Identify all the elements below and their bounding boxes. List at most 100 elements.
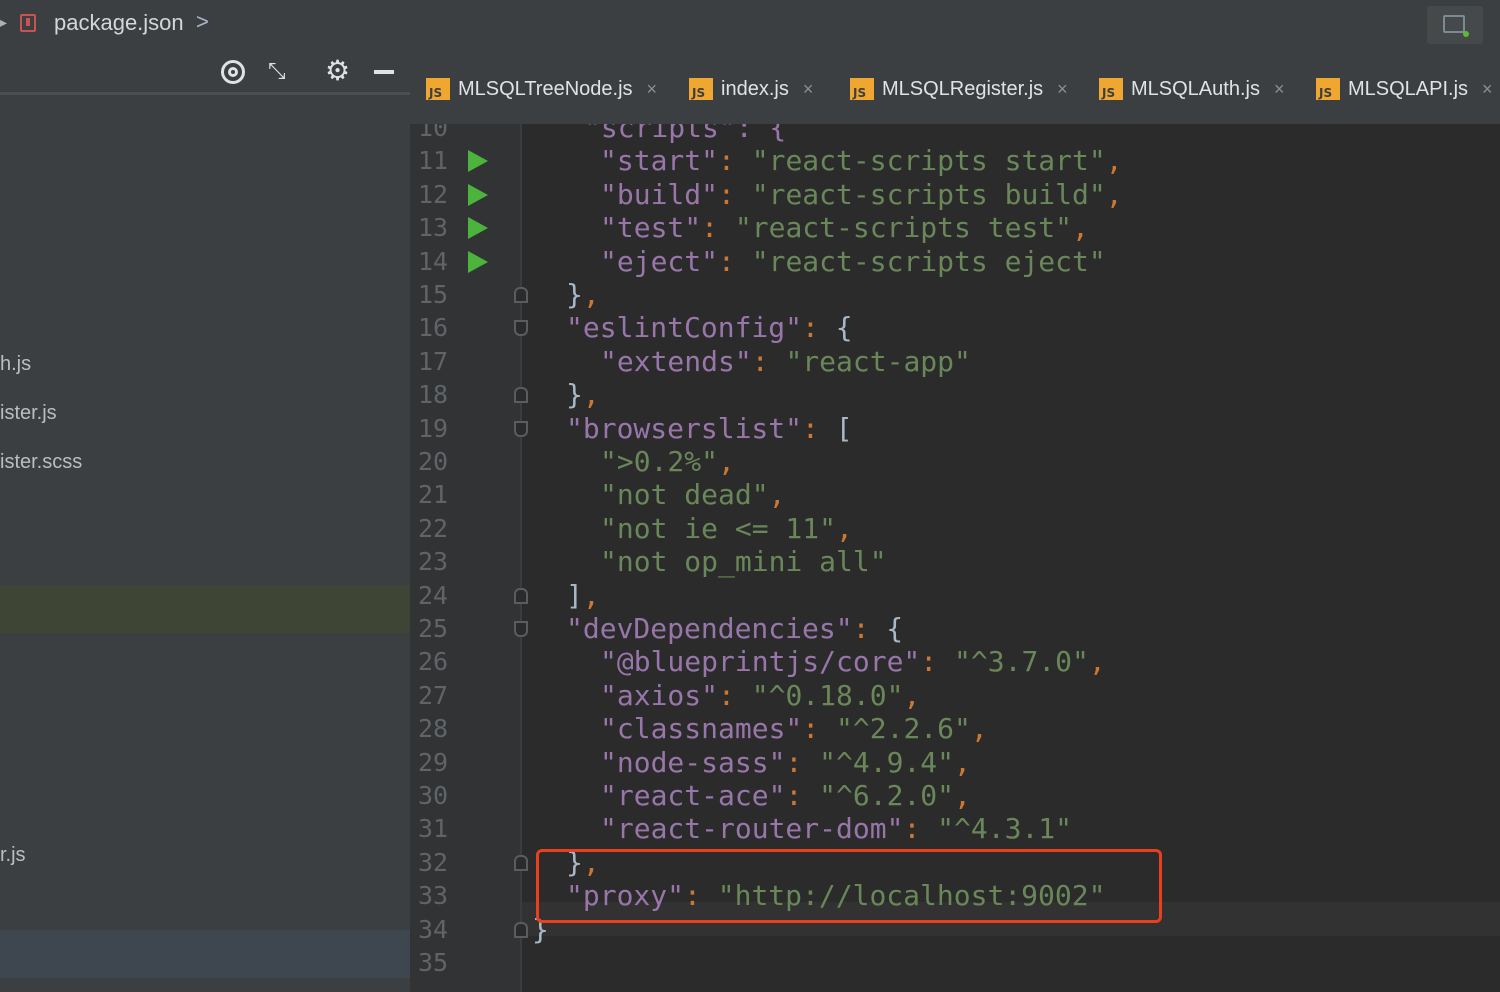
fold-marker-icon[interactable]: [514, 287, 528, 303]
tab-mlsqltreenode[interactable]: JS MLSQLTreeNode.js ×: [426, 74, 657, 104]
fold-marker-icon[interactable]: [514, 587, 528, 604]
close-icon[interactable]: ×: [803, 79, 814, 100]
line-number: 35: [418, 948, 449, 977]
chevron-right-icon: >: [196, 9, 209, 34]
run-script-icon[interactable]: [468, 217, 488, 240]
line-number: 23: [418, 547, 449, 577]
json-key: "axios": [600, 678, 719, 712]
collapse-all-icon[interactable]: ⤡: [268, 56, 286, 86]
minimize-icon[interactable]: [374, 70, 394, 74]
json-key: "node-sass": [600, 745, 786, 779]
tab-label: MLSQLRegister.js: [882, 77, 1044, 100]
close-icon[interactable]: ×: [647, 79, 658, 100]
colon: :: [785, 779, 820, 812]
comma: ,: [970, 712, 988, 746]
colon: :: [718, 144, 752, 178]
javascript-file-icon: JS: [1316, 78, 1340, 100]
colon: :: [718, 244, 752, 278]
tab-mlsqlregister[interactable]: JS MLSQLRegister.js ×: [850, 74, 1068, 104]
code-line: "node-sass": "^4.9.4",: [600, 746, 971, 780]
tree-row-highlighted[interactable]: [0, 585, 410, 633]
line-number: 33: [418, 881, 449, 911]
json-string-value: "^0.18.0": [751, 678, 904, 712]
comma: ,: [582, 378, 600, 412]
tree-row-selected[interactable]: [0, 930, 410, 978]
json-key: "react-ace": [600, 779, 786, 812]
breadcrumb-file[interactable]: package.json: [54, 10, 184, 36]
javascript-file-icon: JS: [1099, 78, 1123, 100]
json-string-value: "react-app": [785, 344, 971, 378]
expand-arrow-icon[interactable]: ▸: [0, 14, 7, 31]
colon: :: [920, 645, 955, 679]
fold-marker-icon[interactable]: [514, 420, 528, 437]
code-line: "react-router-dom": "^4.3.1": [600, 812, 1072, 846]
window-layout-button[interactable]: [1427, 6, 1483, 44]
tab-mlsqlauth[interactable]: JS MLSQLAuth.js ×: [1099, 74, 1284, 104]
code-line: "axios": "^0.18.0",: [600, 679, 920, 713]
fold-marker-icon[interactable]: [514, 921, 528, 938]
tree-item-file[interactable]: ister.js: [0, 398, 57, 428]
fold-marker-icon[interactable]: [514, 621, 528, 637]
gear-icon[interactable]: ⚙: [325, 56, 350, 86]
fold-marker-icon[interactable]: [514, 320, 528, 337]
javascript-file-icon: JS: [850, 78, 874, 100]
line-number: 10: [418, 124, 449, 142]
run-script-icon[interactable]: [468, 150, 488, 173]
code-line: },: [566, 378, 600, 412]
fold-marker-icon[interactable]: [514, 854, 528, 871]
run-script-icon[interactable]: [468, 183, 488, 206]
code-line: "scripts": {: [584, 124, 786, 145]
line-number: 19: [418, 413, 449, 443]
code-line: ],: [566, 579, 600, 613]
code-line: "extends": "react-app": [600, 345, 971, 379]
json-string-value: "^4.3.1": [937, 812, 1073, 846]
tab-mlsqlapi[interactable]: JS MLSQLAPI.js ×: [1316, 74, 1493, 104]
close-icon[interactable]: ×: [1057, 79, 1068, 100]
json-key: "eject": [600, 244, 719, 278]
tree-item-file[interactable]: r.js: [0, 840, 26, 870]
json-key: "scripts": {: [584, 124, 787, 144]
json-key: "browserslist": [566, 411, 803, 445]
comma: ,: [582, 278, 600, 311]
comma: ,: [582, 578, 600, 612]
close-icon[interactable]: ×: [1274, 79, 1285, 100]
locate-file-icon[interactable]: [221, 60, 245, 84]
line-number: 34: [418, 914, 449, 944]
tab-label: MLSQLAuth.js: [1131, 77, 1260, 100]
json-key: "eslintConfig": [566, 311, 803, 345]
colon: :: [903, 812, 938, 846]
colon: :: [802, 311, 836, 345]
json-string-value: "^3.7.0": [954, 645, 1089, 679]
bracket: }: [566, 378, 583, 412]
line-number: 20: [418, 447, 449, 476]
colon: :: [751, 344, 786, 378]
comma: ,: [954, 745, 971, 779]
close-icon[interactable]: ×: [1482, 79, 1493, 100]
bracket: [: [835, 411, 853, 445]
code-line: },: [566, 278, 600, 312]
comma: ,: [1105, 144, 1123, 178]
tab-index[interactable]: JS index.js ×: [689, 74, 813, 104]
line-number: 26: [418, 647, 449, 677]
tree-item-file[interactable]: h.js: [0, 349, 31, 379]
tab-label: MLSQLAPI.js: [1348, 77, 1469, 100]
line-number: 29: [418, 747, 449, 777]
json-string-value: "react-scripts eject": [751, 244, 1106, 278]
code-line: "eslintConfig": {: [566, 311, 853, 345]
code-line: "not ie <= 11",: [600, 512, 853, 546]
line-number: 14: [418, 246, 449, 276]
code-line: "devDependencies": {: [566, 612, 903, 646]
fold-marker-icon[interactable]: [514, 387, 528, 404]
json-string-value: "^2.2.6": [836, 712, 971, 746]
run-script-icon[interactable]: [468, 250, 488, 273]
json-string-value: ">0.2%": [600, 445, 719, 478]
comma: ,: [1072, 211, 1089, 245]
line-number: 18: [418, 380, 449, 410]
navigation-bar: ▸ package.json >: [0, 0, 1500, 50]
tree-item-file[interactable]: ister.scss: [0, 447, 82, 477]
bracket: {: [835, 311, 853, 345]
line-number: 11: [418, 146, 449, 176]
colon: :: [802, 411, 836, 445]
line-number: 27: [418, 680, 449, 710]
json-file-icon: [20, 14, 36, 32]
